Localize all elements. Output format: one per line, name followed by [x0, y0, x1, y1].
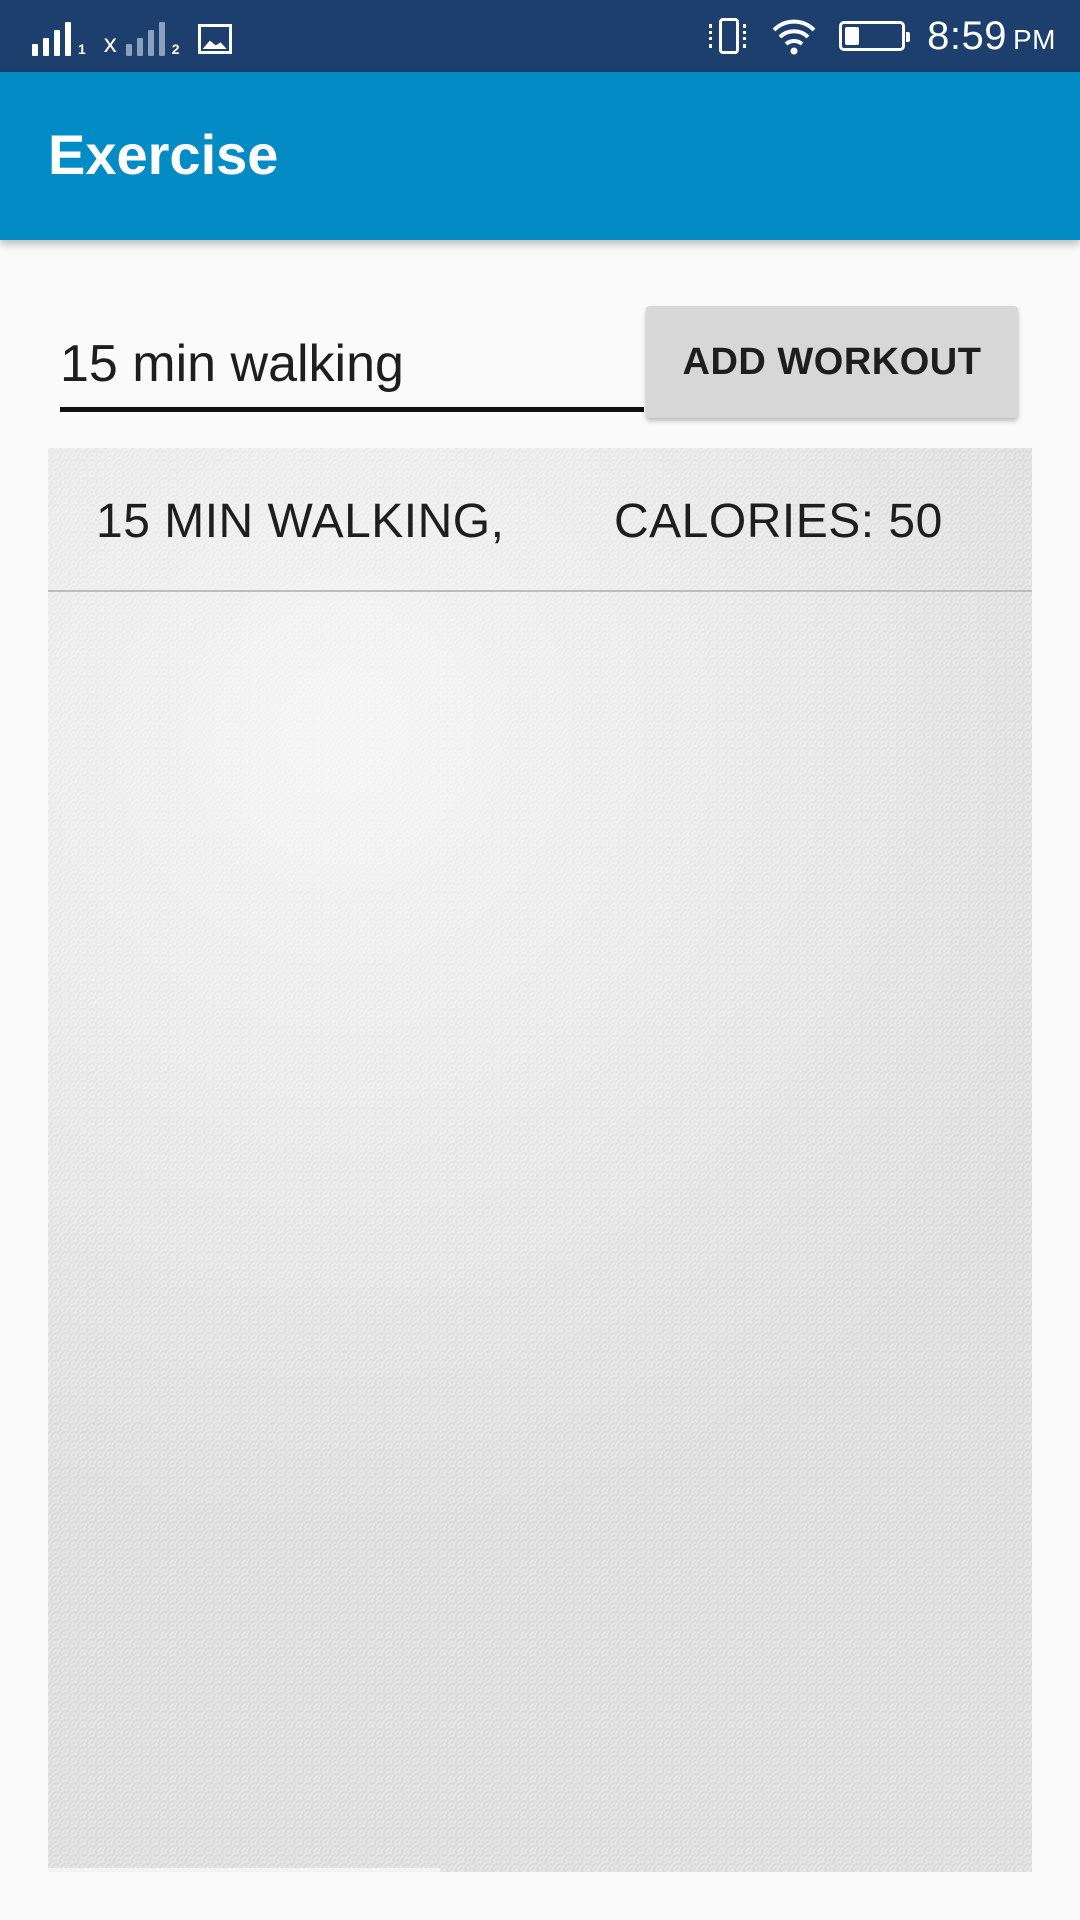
clock: 8:59 PM: [927, 14, 1056, 59]
image-notification-icon: [197, 24, 232, 54]
status-bar: 1 x 2 8:59 PM: [0, 0, 1080, 72]
signal-no-data-icon: x 2: [104, 20, 180, 56]
page-title: Exercise: [48, 123, 279, 186]
vibrate-icon: [709, 14, 749, 58]
workout-list[interactable]: 15 MIN WALKING, CALORIES: 50: [48, 448, 1032, 1872]
app-bar: Exercise: [0, 72, 1080, 240]
clock-ampm: PM: [1013, 23, 1056, 55]
workout-input[interactable]: [60, 320, 644, 412]
sim1-label: 1: [78, 41, 86, 57]
sim2-label: 2: [171, 41, 180, 57]
workout-name: 15 MIN WALKING,: [96, 495, 505, 548]
list-item[interactable]: 15 MIN WALKING, CALORIES: 50: [48, 448, 1032, 592]
no-data-mark: x: [103, 28, 117, 58]
status-left: 1 x 2: [32, 16, 232, 56]
battery-fill: [845, 27, 860, 45]
workout-calories: CALORIES: 50: [614, 495, 943, 548]
wifi-icon: [772, 19, 816, 55]
add-workout-button[interactable]: ADD WORKOUT: [646, 306, 1018, 418]
scroll-indicator: [48, 1868, 440, 1872]
clock-time: 8:59: [927, 13, 1007, 58]
status-right: 8:59 PM: [709, 10, 1056, 62]
screen: 1 x 2 8:59 PM Exercise 15 min walking AD…: [0, 0, 1080, 1920]
battery-icon: [839, 21, 911, 51]
signal-icon: 1: [32, 20, 86, 56]
